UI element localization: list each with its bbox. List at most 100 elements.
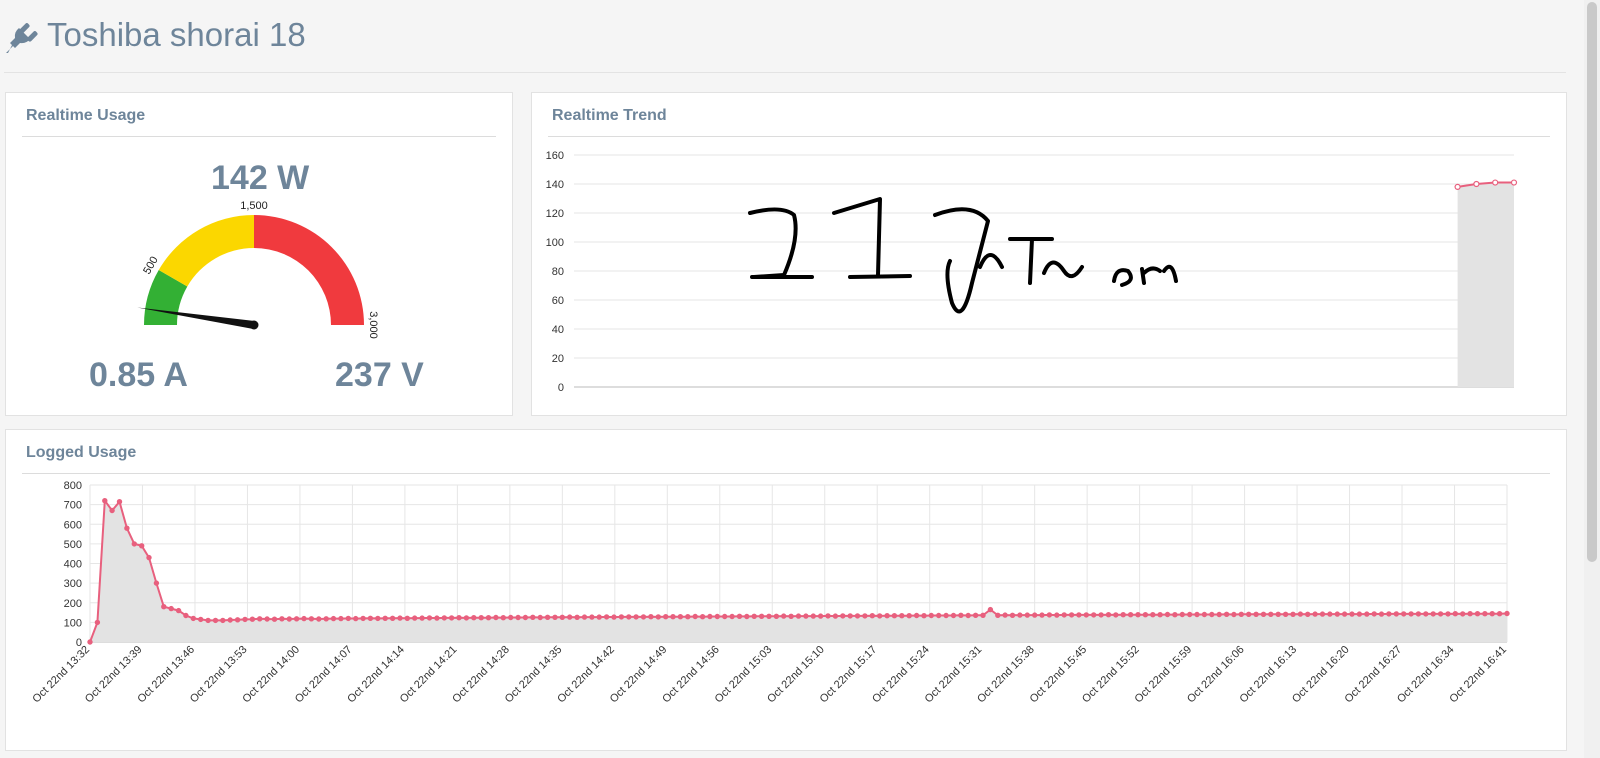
volts-readout: 237 V — [335, 356, 424, 394]
data-point — [825, 613, 831, 619]
data-point — [308, 616, 315, 622]
data-point — [131, 541, 138, 547]
data-point — [965, 612, 971, 619]
data-point — [1510, 179, 1518, 186]
y-tick-label: 800 — [64, 480, 82, 492]
data-point — [899, 613, 905, 619]
data-point — [1187, 611, 1193, 618]
data-point — [220, 617, 226, 624]
data-point — [441, 615, 447, 621]
amps-readout: 0.85 A — [89, 356, 188, 394]
data-point — [227, 617, 233, 623]
gauge-band-yellow — [158, 215, 254, 287]
handwriting-stroke — [748, 207, 814, 279]
data-point — [699, 614, 706, 620]
data-point — [257, 616, 263, 622]
panel-title: Logged Usage — [26, 444, 137, 461]
data-point — [788, 613, 794, 620]
gauge-needle-hub — [249, 320, 259, 330]
y-tick-label: 100 — [64, 617, 82, 629]
data-point — [1120, 612, 1126, 618]
data-point — [1401, 611, 1407, 617]
data-point — [537, 614, 543, 621]
data-point — [330, 615, 337, 622]
data-point — [530, 614, 536, 621]
data-point — [913, 612, 920, 619]
plug-icon — [6, 23, 38, 53]
data-point — [1445, 611, 1451, 617]
data-point — [279, 616, 285, 622]
data-point — [1046, 612, 1053, 618]
data-point — [795, 613, 802, 619]
data-point — [1454, 183, 1461, 191]
data-point — [1157, 612, 1163, 618]
data-point — [1009, 612, 1016, 619]
data-point — [559, 614, 565, 621]
data-point — [1504, 610, 1510, 617]
data-point — [389, 615, 396, 622]
data-point — [781, 613, 787, 619]
data-point — [766, 613, 772, 620]
data-point — [190, 615, 197, 622]
data-point — [677, 614, 684, 620]
scrollbar-thumb[interactable] — [1587, 2, 1597, 562]
data-point — [1378, 611, 1385, 617]
data-point — [1415, 611, 1422, 617]
data-point — [1142, 612, 1149, 618]
data-point — [271, 616, 278, 622]
data-point — [1194, 611, 1200, 618]
data-point — [382, 615, 388, 622]
data-point — [360, 615, 366, 622]
data-point — [1460, 611, 1466, 617]
data-point — [1474, 611, 1481, 617]
data-point — [928, 612, 934, 619]
data-point — [1496, 611, 1503, 617]
data-point — [264, 616, 270, 622]
data-point — [412, 615, 418, 621]
data-point — [891, 613, 898, 619]
data-point — [1297, 611, 1304, 617]
data-point — [301, 615, 307, 622]
data-point — [670, 614, 676, 620]
data-point — [448, 615, 455, 621]
data-point — [544, 614, 551, 621]
data-point — [1024, 612, 1030, 618]
data-point — [471, 615, 477, 621]
y-tick-label: 40 — [552, 324, 564, 336]
data-point — [1290, 611, 1296, 618]
data-point — [323, 616, 329, 622]
data-point — [493, 614, 499, 621]
x-tick-label: Oct 22nd 16:41 — [1447, 644, 1509, 706]
page-scrollbar[interactable] — [1584, 0, 1600, 758]
data-point — [375, 615, 381, 622]
data-point — [633, 614, 639, 620]
data-point — [397, 615, 403, 621]
data-point — [1127, 612, 1134, 618]
data-point — [618, 614, 625, 620]
data-point — [367, 615, 374, 622]
data-point — [102, 498, 108, 504]
logged-usage-chart: 0100200300400500600700800Oct 22nd 13:32O… — [30, 480, 1510, 706]
y-tick-label: 60 — [552, 295, 564, 307]
data-point — [950, 612, 957, 619]
data-point — [840, 613, 846, 619]
data-point — [1076, 612, 1082, 618]
data-point — [817, 613, 824, 619]
data-point — [1467, 611, 1473, 617]
data-point — [249, 616, 256, 622]
data-point — [655, 614, 661, 620]
data-point — [995, 612, 1001, 619]
data-point — [205, 617, 211, 624]
gauge-tick-label: 3,000 — [367, 311, 379, 339]
data-point — [1113, 612, 1119, 618]
data-point — [626, 614, 632, 620]
handwriting-stroke — [933, 207, 1178, 314]
data-point — [980, 612, 986, 619]
data-point — [862, 613, 868, 619]
y-tick-label: 400 — [64, 559, 82, 571]
data-point — [854, 613, 861, 619]
panel-title: Realtime Usage — [26, 107, 146, 124]
data-point — [286, 616, 292, 622]
data-point — [1260, 611, 1267, 618]
data-point — [877, 613, 883, 619]
